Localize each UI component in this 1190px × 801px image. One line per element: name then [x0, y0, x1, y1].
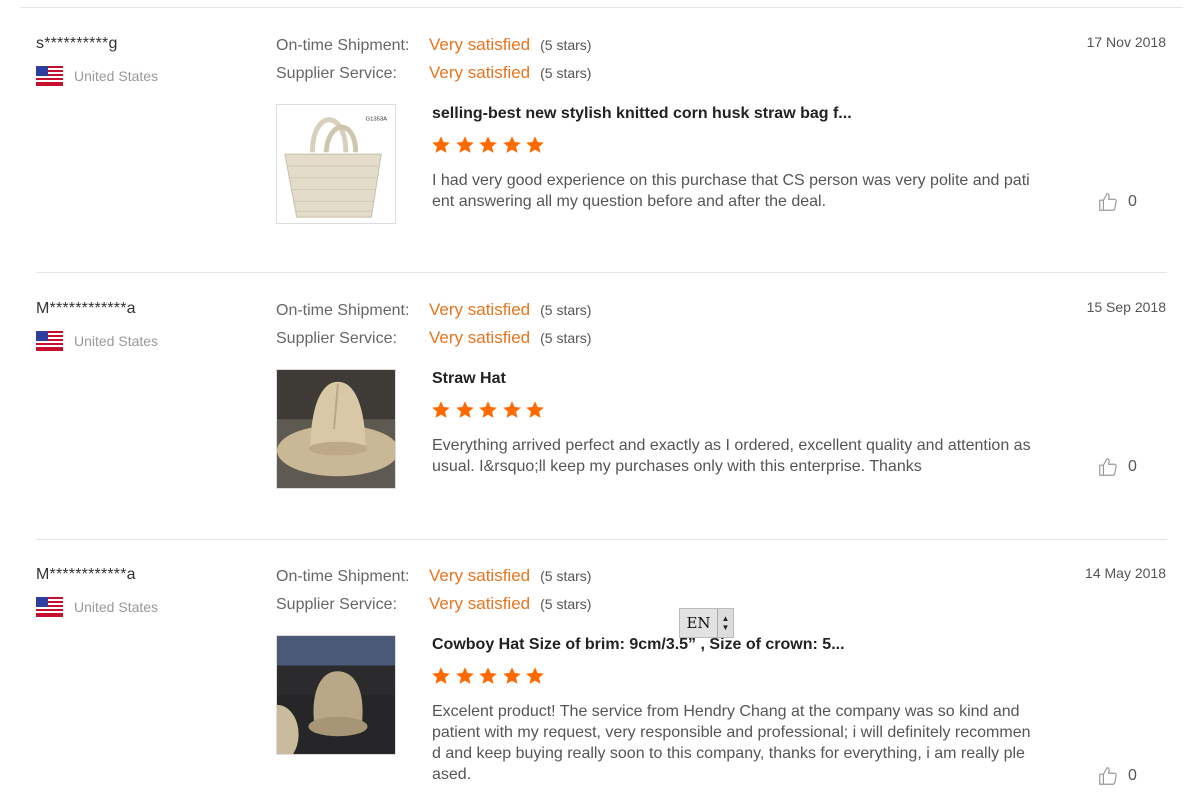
country-label: United States — [74, 68, 159, 84]
reviewer-country: United States — [36, 331, 158, 351]
shipment-stars-text: (5 stars) — [540, 37, 592, 53]
shipment-rating: On-time Shipment: Very satisfied (5 star… — [276, 566, 591, 586]
review-text: I had very good experience on this purch… — [432, 172, 1030, 210]
star-icon — [432, 136, 450, 153]
service-rating: Supplier Service: Very satisfied (5 star… — [276, 328, 591, 348]
service-label: Supplier Service: — [276, 330, 397, 347]
us-flag-icon — [36, 331, 74, 351]
shipment-value: Very satisfied — [429, 300, 531, 319]
star-rating — [431, 666, 549, 686]
service-label: Supplier Service: — [276, 596, 397, 613]
reviewer-name: M************a — [36, 566, 136, 583]
product-title-link[interactable]: Straw Hat — [432, 370, 506, 388]
star-icon — [479, 667, 497, 684]
like-button[interactable]: 0 — [1097, 765, 1137, 787]
star-icon — [502, 667, 521, 684]
spinner-up-icon[interactable]: ▲ — [722, 614, 730, 623]
shipment-stars-text: (5 stars) — [540, 302, 592, 318]
language-spinner-icon[interactable]: ▲ ▼ — [718, 609, 733, 637]
review-text: Everything arrived perfect and exactly a… — [432, 437, 1031, 475]
shipment-stars-text: (5 stars) — [540, 568, 592, 584]
us-flag-icon — [36, 66, 74, 86]
spinner-down-icon[interactable]: ▼ — [722, 623, 730, 632]
shipment-rating: On-time Shipment: Very satisfied (5 star… — [276, 35, 591, 55]
country-label: United States — [74, 599, 159, 615]
review-divider — [36, 272, 1167, 273]
star-icon — [502, 401, 521, 418]
thumbs-up-icon — [1099, 193, 1117, 211]
star-icon — [432, 667, 450, 684]
review-date: 15 Sep 2018 — [1086, 299, 1166, 315]
top-divider — [20, 7, 1183, 8]
thumbs-up-icon — [1099, 458, 1117, 476]
like-button[interactable]: 0 — [1097, 191, 1137, 213]
country-label: United States — [74, 333, 159, 349]
star-rating — [431, 135, 549, 155]
service-rating: Supplier Service: Very satisfied (5 star… — [276, 63, 591, 83]
like-count: 0 — [1128, 767, 1137, 784]
product-thumbnail[interactable] — [276, 635, 396, 755]
star-icon — [455, 136, 474, 153]
shipment-label: On-time Shipment: — [276, 568, 410, 585]
service-stars-text: (5 stars) — [540, 65, 592, 81]
like-count: 0 — [1128, 193, 1137, 210]
product-thumbnail[interactable] — [276, 369, 396, 489]
language-switcher[interactable]: EN ▲ ▼ — [679, 608, 734, 638]
shipment-label: On-time Shipment: — [276, 37, 410, 54]
star-icon — [455, 667, 474, 684]
star-icon — [502, 136, 521, 153]
shipment-value: Very satisfied — [429, 566, 531, 585]
star-icon — [479, 136, 497, 153]
language-code[interactable]: EN — [680, 609, 718, 637]
review-date: 17 Nov 2018 — [1086, 34, 1166, 50]
review-divider — [36, 539, 1167, 540]
shipment-value: Very satisfied — [429, 35, 531, 54]
like-button[interactable]: 0 — [1097, 456, 1137, 478]
thumbs-up-icon — [1099, 767, 1117, 785]
service-value: Very satisfied — [429, 328, 531, 347]
reviewer-name: s**********g — [36, 35, 118, 52]
star-icon — [526, 667, 544, 684]
product-thumbnail[interactable]: G1353A — [276, 104, 396, 224]
like-count: 0 — [1128, 458, 1137, 475]
service-label: Supplier Service: — [276, 65, 397, 82]
star-icon — [455, 401, 474, 418]
shipment-label: On-time Shipment: — [276, 302, 410, 319]
service-value: Very satisfied — [429, 63, 531, 82]
review-text: Excelent product! The service from Hendr… — [432, 703, 1031, 783]
service-value: Very satisfied — [429, 594, 531, 613]
reviewer-country: United States — [36, 66, 158, 86]
star-rating — [431, 400, 549, 420]
reviewer-name: M************a — [36, 300, 136, 317]
product-title-link[interactable]: Cowboy Hat Size of brim: 9cm/3.5” , Size… — [432, 636, 845, 654]
product-code-label: G1353A — [366, 117, 388, 123]
star-icon — [479, 401, 497, 418]
star-icon — [526, 401, 544, 418]
review-date: 14 May 2018 — [1085, 565, 1166, 581]
product-title-link[interactable]: selling-best new stylish knitted corn hu… — [432, 105, 852, 123]
reviewer-country: United States — [36, 597, 158, 617]
star-icon — [526, 136, 544, 153]
shipment-rating: On-time Shipment: Very satisfied (5 star… — [276, 300, 591, 320]
service-stars-text: (5 stars) — [540, 596, 592, 612]
service-stars-text: (5 stars) — [540, 330, 592, 346]
service-rating: Supplier Service: Very satisfied (5 star… — [276, 594, 591, 614]
us-flag-icon — [36, 597, 74, 617]
star-icon — [432, 401, 450, 418]
